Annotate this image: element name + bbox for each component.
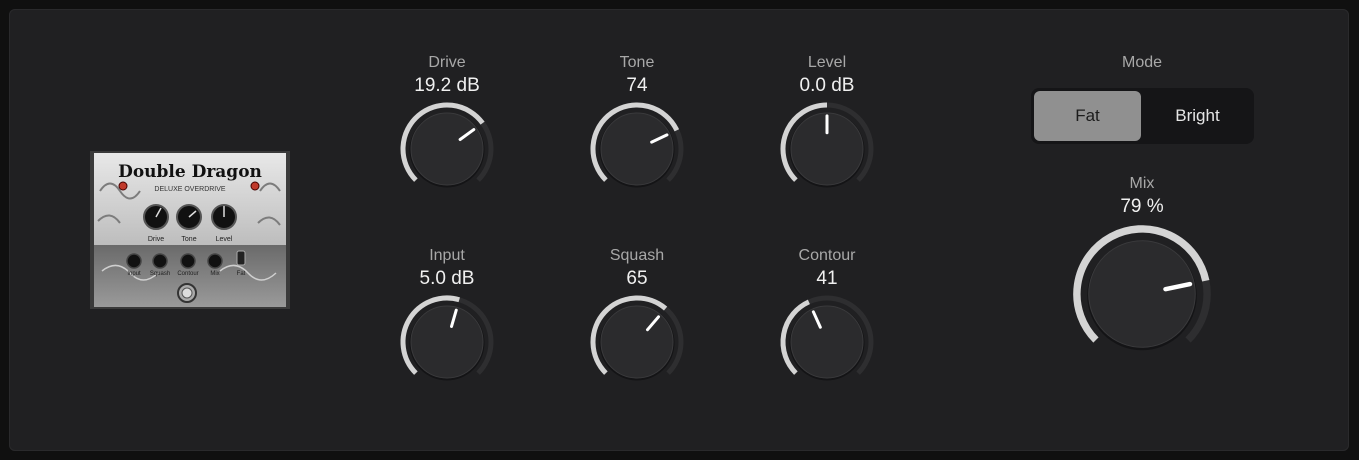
pedal-label-squash: Squash: [150, 271, 170, 277]
mix-knob-body: [1088, 240, 1196, 348]
squash-knob[interactable]: [587, 292, 687, 392]
pedal-title: Double Dragon: [118, 162, 262, 182]
pedal-toggle: [236, 250, 246, 266]
mode-header: Mode: [1092, 53, 1192, 73]
input-value: 5.0 dB: [419, 268, 475, 289]
level-knob[interactable]: [777, 99, 877, 199]
input-control: Input 5.0 dB: [397, 246, 497, 392]
level-value: 0.0 dB: [799, 75, 855, 96]
tone-knob[interactable]: [587, 99, 687, 199]
mode-label: Mode: [1121, 54, 1163, 71]
pedal-led-right: [250, 181, 260, 191]
drive-knob-body: [410, 112, 484, 186]
squash-control: Squash 65: [587, 246, 687, 392]
squash-label: Squash: [609, 247, 665, 264]
pedal-subtitle: DELUXE OVERDRIVE: [154, 186, 226, 193]
contour-knob[interactable]: [777, 292, 877, 392]
pedal-footswitch-cap: [181, 287, 193, 299]
pedal-top-knobs: [143, 204, 237, 230]
pedal-label-drive: Drive: [148, 236, 164, 243]
mode-switch: Fat Bright: [1031, 88, 1254, 144]
tone-knob-body: [600, 112, 674, 186]
mix-knob[interactable]: [1068, 220, 1216, 368]
tone-label: Tone: [619, 54, 655, 71]
squash-value: 65: [626, 268, 648, 289]
contour-value: 41: [816, 268, 838, 289]
drive-knob[interactable]: [397, 99, 497, 199]
pedal-label-fat: Fat: [237, 271, 246, 277]
input-knob[interactable]: [397, 292, 497, 392]
tone-control: Tone 74: [587, 53, 687, 199]
drive-label: Drive: [428, 54, 466, 71]
input-label: Input: [429, 247, 465, 264]
squash-knob-body: [600, 305, 674, 379]
mix-control: Mix 79 %: [1068, 174, 1216, 368]
drive-control: Drive 19.2 dB: [397, 53, 497, 199]
mode-bright-button[interactable]: Bright: [1144, 91, 1251, 141]
contour-label: Contour: [798, 247, 856, 264]
pedal-label-tone: Tone: [181, 236, 196, 243]
contour-control: Contour 41: [777, 246, 877, 392]
pedal-label-mix: Mix: [210, 271, 219, 277]
pedal-label-contour: Contour: [177, 271, 198, 277]
pedal-led-left: [118, 181, 128, 191]
mode-fat-button[interactable]: Fat: [1034, 91, 1141, 141]
pedal-label-input: Input: [127, 271, 141, 277]
tone-value: 74: [626, 75, 648, 96]
contour-knob-body: [790, 305, 864, 379]
mix-label: Mix: [1129, 175, 1155, 192]
level-label: Level: [807, 54, 847, 71]
input-knob-body: [410, 305, 484, 379]
level-control: Level 0.0 dB: [777, 53, 877, 199]
pedal-illustration: Double Dragon DELUXE OVERDRIVE Drive Ton…: [90, 151, 290, 309]
drive-value: 19.2 dB: [414, 75, 480, 96]
pedal-label-level: Level: [216, 236, 233, 243]
mix-value: 79 %: [1120, 196, 1164, 217]
